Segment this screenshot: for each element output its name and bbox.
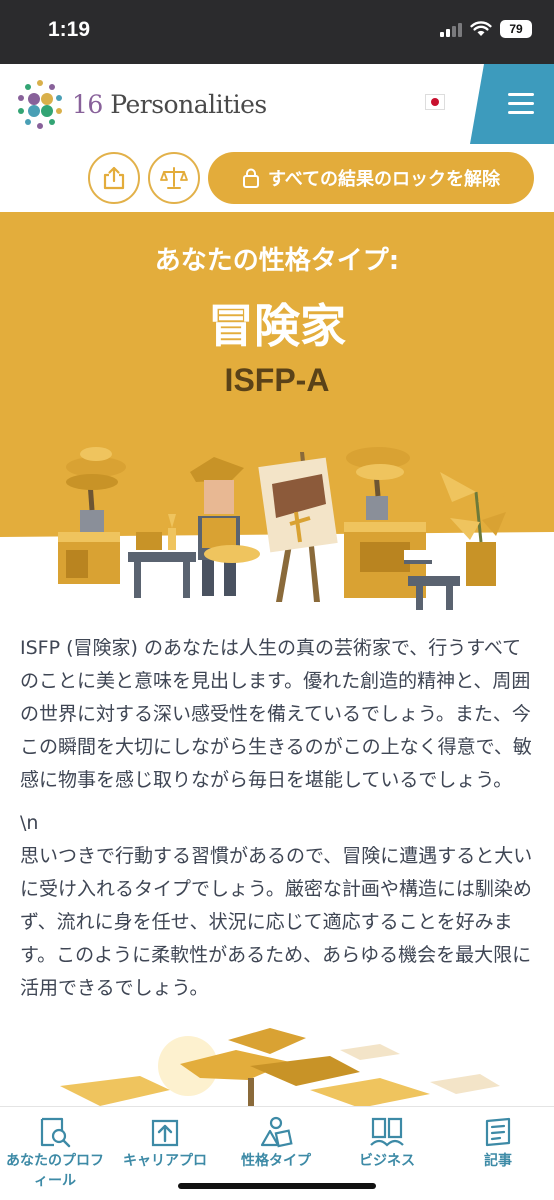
unlock-label: すべての結果のロックを解除 (267, 169, 501, 190)
japan-flag-icon[interactable] (425, 94, 445, 110)
share-icon (103, 166, 125, 190)
share-button[interactable] (88, 152, 140, 204)
menu-button[interactable] (470, 64, 554, 144)
articles-icon (485, 1117, 511, 1147)
action-bar: すべての結果のロックを解除 (0, 144, 554, 212)
tab-label: 性格タイプ (241, 1153, 311, 1169)
logo-dots-icon (18, 80, 62, 129)
savanna-illustration (60, 1028, 500, 1110)
status-time: 1:19 (48, 18, 91, 41)
hero-subtitle: あなたの性格タイプ: (154, 246, 400, 276)
tab-label: 記事 (484, 1153, 512, 1169)
type-description: ISFP (冒険家) のあなたは人生の真の芸術家で、行うすべてのことに美と意味を… (20, 632, 536, 1015)
tab-label: ビジネス (359, 1153, 415, 1169)
status-icons: 79 (440, 20, 532, 38)
lock-icon (242, 168, 259, 188)
adventurer-illustration (0, 447, 554, 610)
type-code: ISFP-A (224, 362, 330, 398)
description-paragraph: ISFP (冒険家) のあなたは人生の真の芸術家で、行うすべてのことに美と意味を… (20, 637, 532, 791)
tab-label: キャリアプロ (123, 1153, 207, 1169)
separator-text: \n (20, 812, 39, 834)
type-name: 冒険家 (208, 299, 346, 353)
status-bar: 1:19 79 (0, 0, 554, 64)
cellular-signal-icon (440, 21, 462, 37)
description-paragraph: 思いつきで行動する習慣があるので、冒険に遭遇すると大いに受け入れるタイプでしょう… (20, 845, 533, 999)
type-hero: あなたの性格タイプ: 冒険家 ISFP-A (0, 212, 554, 610)
tab-your-profile[interactable]: あなたのプロフィール (0, 1115, 110, 1191)
logo-text: 16 Personalities (72, 89, 267, 119)
home-indicator[interactable] (178, 1183, 376, 1189)
site-logo[interactable]: 16 Personalities (14, 78, 267, 130)
personality-types-icon (260, 1116, 293, 1148)
tab-label: あなたのプロフィール (6, 1153, 104, 1189)
tab-articles[interactable]: 記事 (443, 1115, 553, 1171)
site-header: 16 Personalities (0, 64, 554, 145)
tab-career[interactable]: キャリアプロ (110, 1115, 220, 1171)
profile-search-icon (40, 1117, 71, 1148)
unlock-all-results-button[interactable]: すべての結果のロックを解除 (208, 152, 534, 204)
compare-button[interactable] (148, 152, 200, 204)
battery-indicator: 79 (500, 20, 532, 38)
career-arrow-icon (151, 1119, 179, 1147)
business-people-icon (370, 1117, 404, 1147)
tab-personality-types[interactable]: 性格タイプ (221, 1115, 331, 1171)
wifi-icon (470, 21, 492, 36)
balance-scale-icon (160, 167, 188, 189)
tab-business[interactable]: ビジネス (332, 1115, 442, 1171)
